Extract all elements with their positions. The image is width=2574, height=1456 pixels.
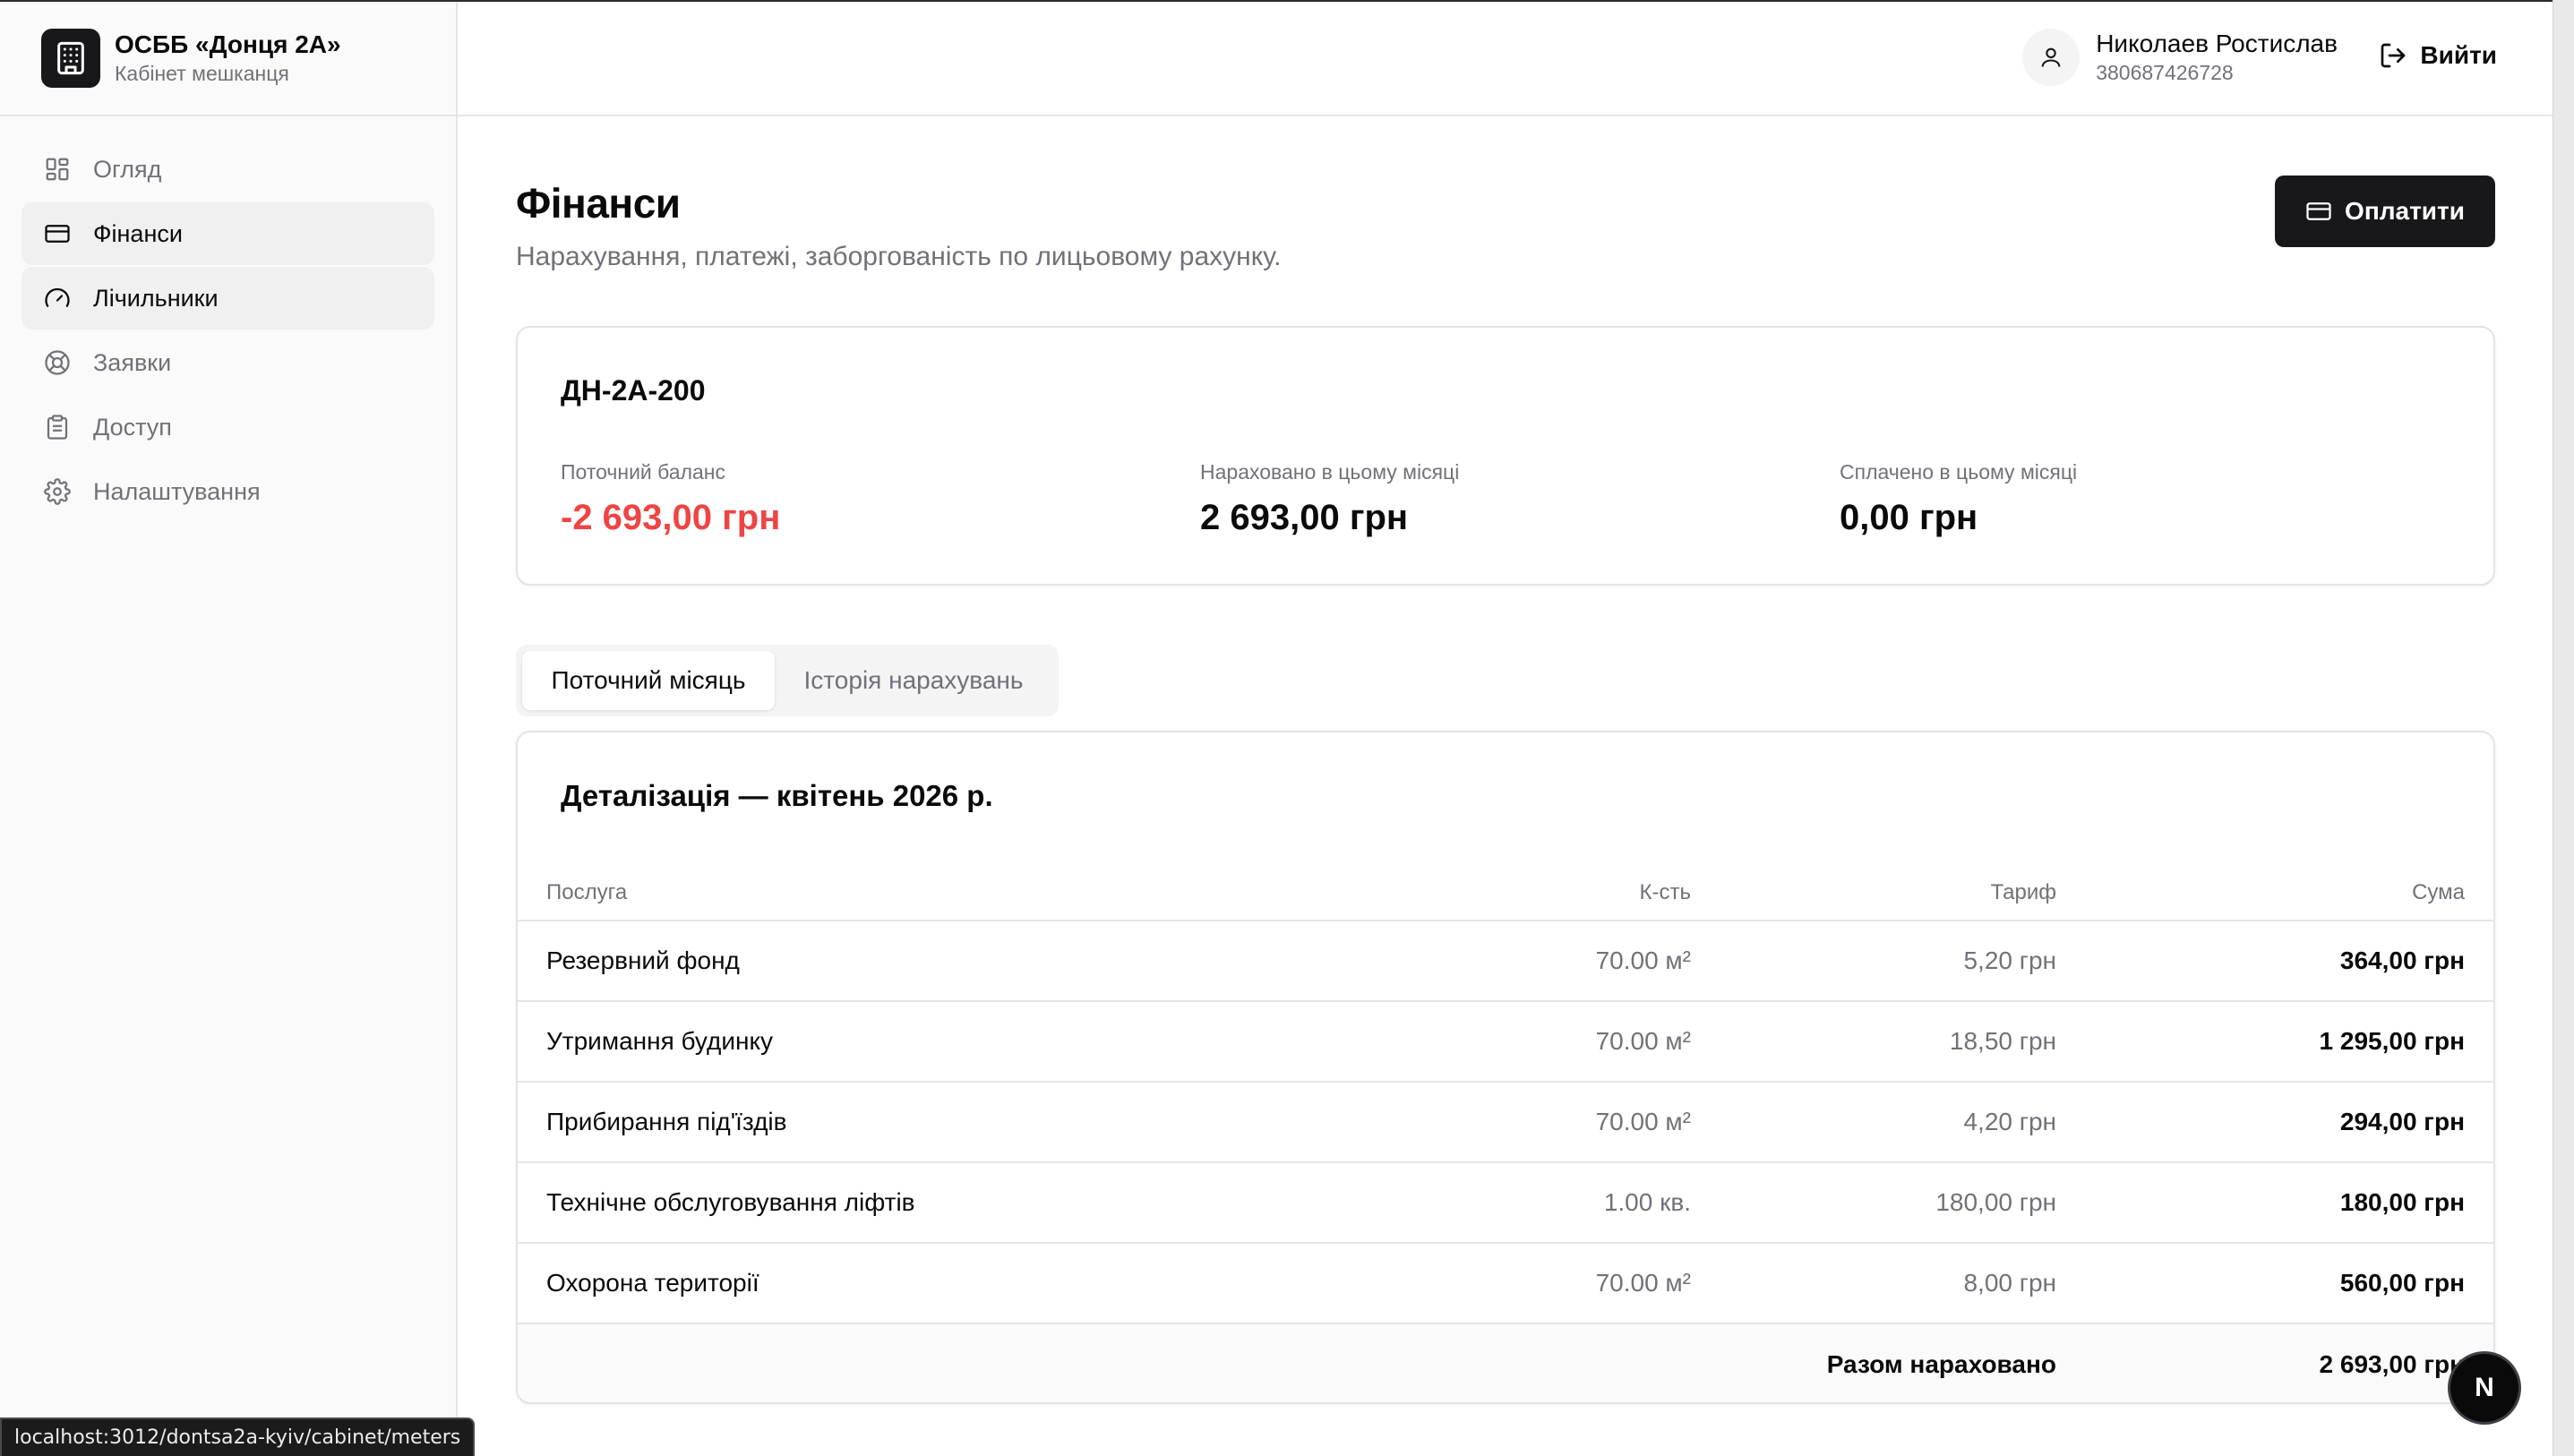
table-row: Технічне обслуговування ліфтів 1.00 кв. …	[518, 1162, 2493, 1244]
app-window: ОСББ «Донця 2А» Кабінет мешканця Огляд Ф…	[0, 0, 2553, 1456]
charged-value: 2 693,00 грн	[1200, 498, 1409, 537]
table-row: Прибирання під'їздів 70.00 м² 4,20 грн 2…	[518, 1082, 2493, 1163]
sidebar-item-label: Доступ	[93, 413, 172, 441]
service-name: Технічне обслуговування ліфтів	[518, 1162, 1395, 1244]
table-row: Резервний фонд 70.00 м² 5,20 грн 364,00 …	[518, 921, 2493, 1002]
balance-value: -2 693,00 грн	[561, 498, 781, 537]
lifebuoy-icon	[43, 348, 72, 377]
logout-label: Вийти	[2420, 41, 2497, 69]
amount: 364,00 грн	[2056, 921, 2493, 1002]
brand[interactable]: ОСББ «Донця 2А» Кабінет мешканця	[0, 2, 456, 116]
charges-table: Послуга К-сть Тариф Сума Резервний фонд …	[518, 865, 2493, 1402]
charged-label: Нараховано в цьому місяці	[1200, 460, 1460, 484]
service-name: Утримання будинку	[518, 1001, 1395, 1083]
service-name: Прибирання під'їздів	[518, 1082, 1395, 1163]
window-scrollbar[interactable]	[2553, 0, 2574, 1456]
total-spacer	[1395, 1323, 1691, 1402]
user-phone: 380687426728	[2096, 61, 2234, 84]
account-summary-card: ДН-2А-200 Поточний баланс -2 693,00 грн …	[516, 326, 2495, 586]
sidebar-item-label: Налаштування	[93, 477, 261, 505]
charges-detail-card: Деталізація — квітень 2026 р. Послуга К-…	[516, 731, 2495, 1404]
table-header-row: Послуга К-сть Тариф Сума	[518, 865, 2493, 921]
quantity: 70.00 м²	[1395, 1243, 1691, 1324]
amount: 294,00 грн	[2056, 1082, 2493, 1163]
detail-title: Деталізація — квітень 2026 р.	[561, 779, 993, 812]
total-label: Разом нараховано	[1691, 1323, 2056, 1402]
quantity: 70.00 м²	[1395, 1001, 1691, 1083]
sidebar-item-label: Фінанси	[93, 219, 183, 247]
sidebar-item-access[interactable]: Доступ	[21, 396, 434, 458]
nextjs-logo-icon: N	[2475, 1373, 2494, 1402]
sidebar-item-overview[interactable]: Огляд	[21, 138, 434, 201]
user-info[interactable]: Николаев Ростислав 380687426728	[2022, 29, 2338, 86]
column-header-quantity: К-сть	[1395, 865, 1691, 921]
user-name: Николаев Ростислав	[2096, 30, 2338, 57]
paid-stat: Сплачено в цьому місяці 0,00 грн	[1840, 458, 2077, 538]
tariff: 180,00 грн	[1691, 1162, 2056, 1244]
building-icon	[41, 29, 100, 88]
top-header: Николаев Ростислав 380687426728 Вийти	[458, 2, 2553, 116]
amount: 560,00 грн	[2056, 1243, 2493, 1324]
column-header-amount: Сума	[2056, 865, 2493, 921]
amount: 180,00 грн	[2056, 1162, 2493, 1244]
page-title: Фінанси	[516, 180, 681, 227]
sidebar-item-finance[interactable]: Фінанси	[21, 202, 434, 265]
total-row: Разом нараховано 2 693,00 грн	[518, 1323, 2493, 1402]
tariff: 18,50 грн	[1691, 1001, 2056, 1083]
finance-tabs: Поточний місяць Історія нарахувань	[516, 645, 1059, 716]
table-row: Охорона території 70.00 м² 8,00 грн 560,…	[518, 1243, 2493, 1324]
user-icon	[2022, 29, 2081, 86]
dashboard-icon	[43, 155, 72, 184]
clipboard-icon	[43, 413, 72, 441]
total-spacer	[518, 1323, 1395, 1402]
amount: 1 295,00 грн	[2056, 1001, 2493, 1083]
page-subtitle: Нарахування, платежі, заборгованість по …	[516, 242, 1282, 271]
sidebar-item-meters[interactable]: Лічильники	[21, 267, 434, 330]
sidebar-item-label: Лічильники	[93, 284, 219, 312]
gauge-icon	[43, 284, 72, 313]
gear-icon	[43, 477, 72, 506]
sidebar-item-label: Заявки	[93, 348, 172, 376]
quantity: 70.00 м²	[1395, 921, 1691, 1002]
sidebar-item-settings[interactable]: Налаштування	[21, 460, 434, 523]
tariff: 4,20 грн	[1691, 1082, 2056, 1163]
quantity: 1.00 кв.	[1395, 1162, 1691, 1244]
quantity: 70.00 м²	[1395, 1082, 1691, 1163]
tab-charges-history[interactable]: Історія нарахувань	[775, 651, 1052, 710]
nextjs-dev-badge[interactable]: N	[2450, 1354, 2518, 1422]
brand-subtitle: Кабінет мешканця	[115, 62, 289, 85]
paid-label: Сплачено в цьому місяці	[1840, 460, 2078, 484]
tab-current-month[interactable]: Поточний місяць	[522, 651, 775, 710]
logout-icon	[2381, 43, 2406, 68]
tariff: 5,20 грн	[1691, 921, 2056, 1002]
sidebar-item-requests[interactable]: Заявки	[21, 331, 434, 394]
balance-label: Поточний баланс	[561, 460, 725, 484]
sidebar: ОСББ «Донця 2А» Кабінет мешканця Огляд Ф…	[0, 2, 458, 1456]
credit-card-icon	[43, 219, 72, 248]
brand-title: ОСББ «Донця 2А»	[115, 30, 341, 58]
logout-button[interactable]: Вийти	[2379, 41, 2497, 70]
service-name: Охорона території	[518, 1243, 1395, 1324]
pay-button-label: Оплатити	[2345, 197, 2465, 225]
status-url-bar: localhost:3012/dontsa2a-kyiv/cabinet/met…	[0, 1417, 476, 1456]
column-header-tariff: Тариф	[1691, 865, 2056, 921]
sidebar-item-label: Огляд	[93, 155, 162, 183]
table-row: Утримання будинку 70.00 м² 18,50 грн 1 2…	[518, 1001, 2493, 1083]
charged-stat: Нараховано в цьому місяці 2 693,00 грн	[1200, 458, 1459, 538]
pay-button[interactable]: Оплатити	[2275, 176, 2495, 247]
column-header-service: Послуга	[518, 865, 1395, 921]
service-name: Резервний фонд	[518, 921, 1395, 1002]
paid-value: 0,00 грн	[1840, 498, 1978, 537]
total-value: 2 693,00 грн	[2056, 1323, 2493, 1402]
credit-card-icon	[2306, 202, 2331, 220]
sidebar-nav: Огляд Фінанси Лічильники Заявки Доступ Н…	[0, 116, 456, 546]
balance-stat: Поточний баланс -2 693,00 грн	[561, 458, 780, 538]
tariff: 8,00 грн	[1691, 1243, 2056, 1324]
account-number: ДН-2А-200	[561, 374, 706, 407]
